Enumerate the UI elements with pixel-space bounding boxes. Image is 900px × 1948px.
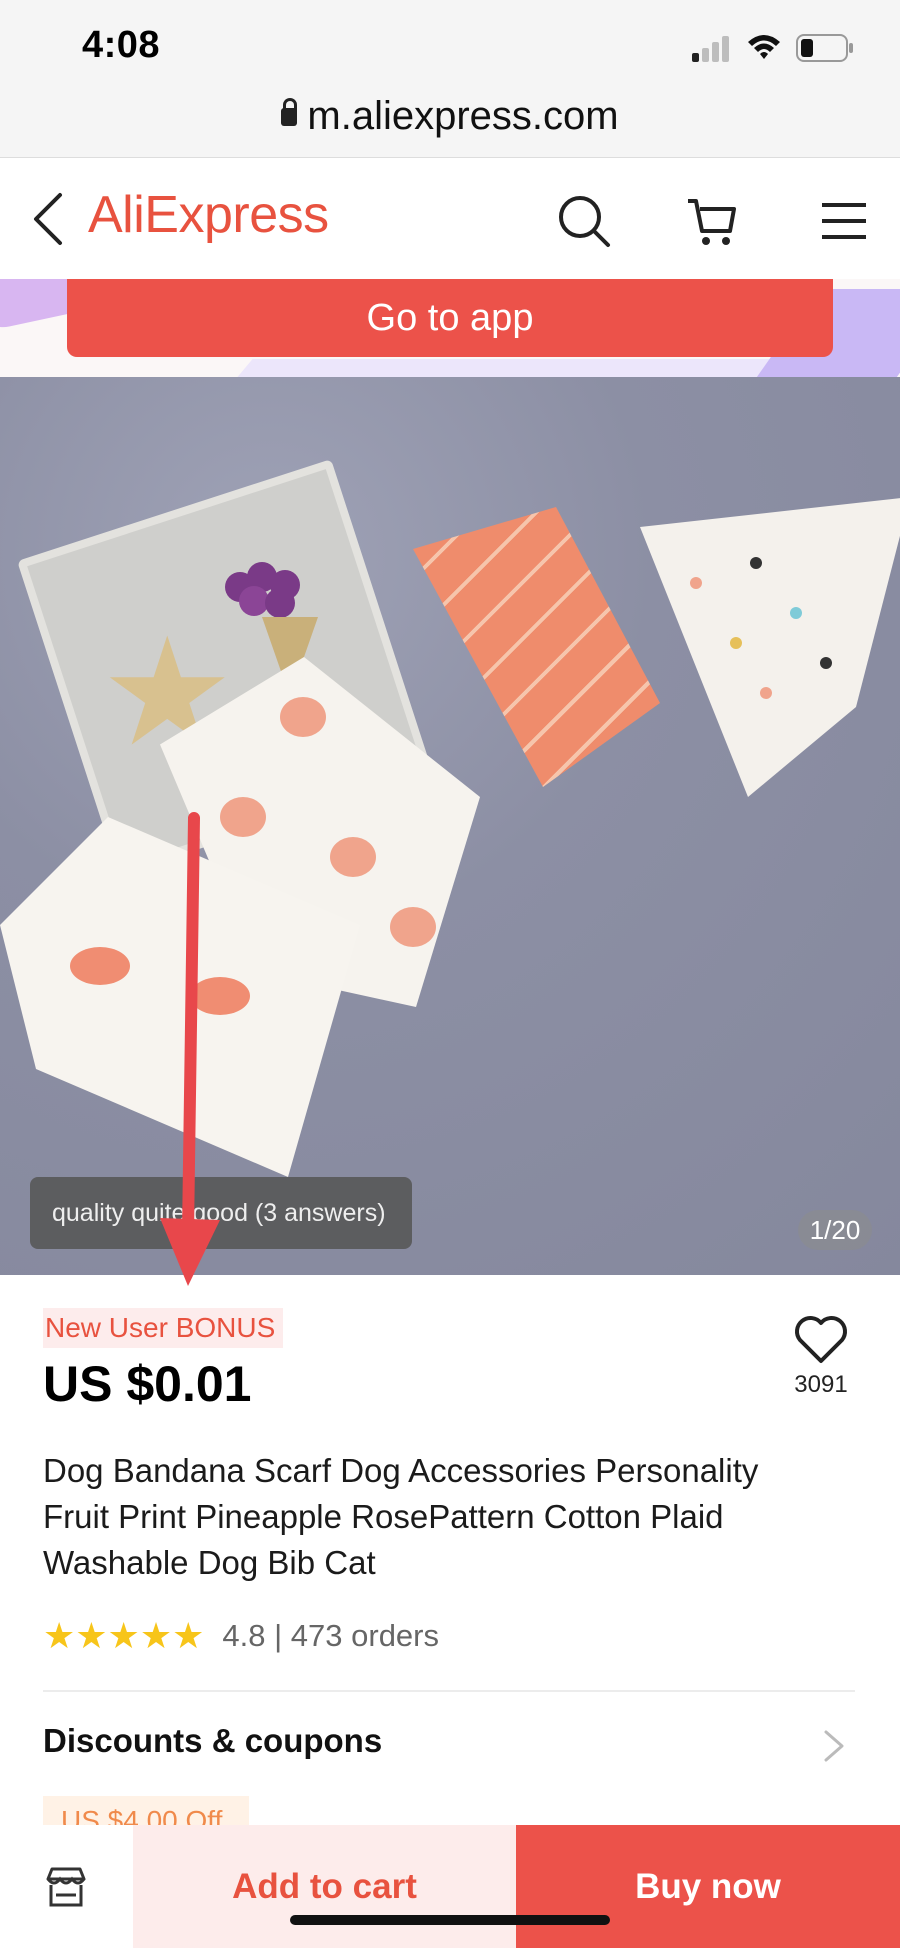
menu-icon[interactable] (816, 193, 872, 249)
heart-icon (795, 1316, 847, 1363)
back-icon[interactable] (30, 191, 70, 247)
status-time: 4:08 (82, 24, 161, 66)
orders-count: 473 orders (290, 1618, 440, 1653)
lock-icon (281, 98, 298, 126)
discounts-coupons-row[interactable]: Discounts & coupons (43, 1722, 382, 1760)
wishlist-button[interactable]: 3091 (786, 1315, 856, 1415)
wishlist-count: 3091 (794, 1371, 848, 1398)
product-title: Dog Bandana Scarf Dog Accessories Person… (43, 1452, 759, 1581)
status-bar: 4:08 (0, 0, 900, 90)
url-text: m.aliexpress.com (307, 94, 619, 138)
rating-separator: | (274, 1618, 283, 1653)
bottom-action-bar: Add to cart Buy now (0, 1825, 900, 1948)
divider (43, 1690, 855, 1692)
coupon-tag[interactable]: US $4.00 Off (43, 1796, 249, 1826)
cart-icon[interactable] (684, 193, 740, 249)
rating-summary: 4.8 | 473 orders (222, 1618, 439, 1654)
go-to-app-button[interactable]: Go to app (67, 279, 833, 357)
store-button[interactable] (0, 1825, 133, 1948)
app-promo-banner: Go to app (0, 279, 900, 377)
signal-icon (692, 34, 732, 62)
product-price: US $0.01 (43, 1356, 252, 1412)
new-user-bonus-tag: New User BONUS (43, 1308, 284, 1348)
search-icon[interactable] (556, 193, 612, 249)
rating-value: 4.8 (222, 1618, 266, 1653)
chevron-right-icon[interactable] (822, 1728, 846, 1764)
aliexpress-logo[interactable]: AliExpress (88, 185, 329, 245)
buy-now-button[interactable]: Buy now (516, 1825, 900, 1948)
qa-tooltip[interactable]: quality quite good (3 answers) (30, 1177, 412, 1249)
rating-stars: ★★★★★ (43, 1615, 205, 1656)
address-bar[interactable]: m.aliexpress.com (0, 90, 900, 158)
wifi-icon (746, 32, 782, 62)
product-rating[interactable]: ★★★★★ 4.8 | 473 orders (43, 1614, 439, 1658)
home-indicator (290, 1915, 610, 1925)
store-icon (46, 1867, 86, 1907)
product-image-gallery[interactable]: ★ quality quite good (3 answers) 1/20 (0, 377, 900, 1275)
site-header: AliExpress (0, 159, 900, 279)
image-counter: 1/20 (798, 1210, 872, 1250)
battery-icon (796, 34, 854, 62)
add-to-cart-button[interactable]: Add to cart (133, 1825, 516, 1948)
